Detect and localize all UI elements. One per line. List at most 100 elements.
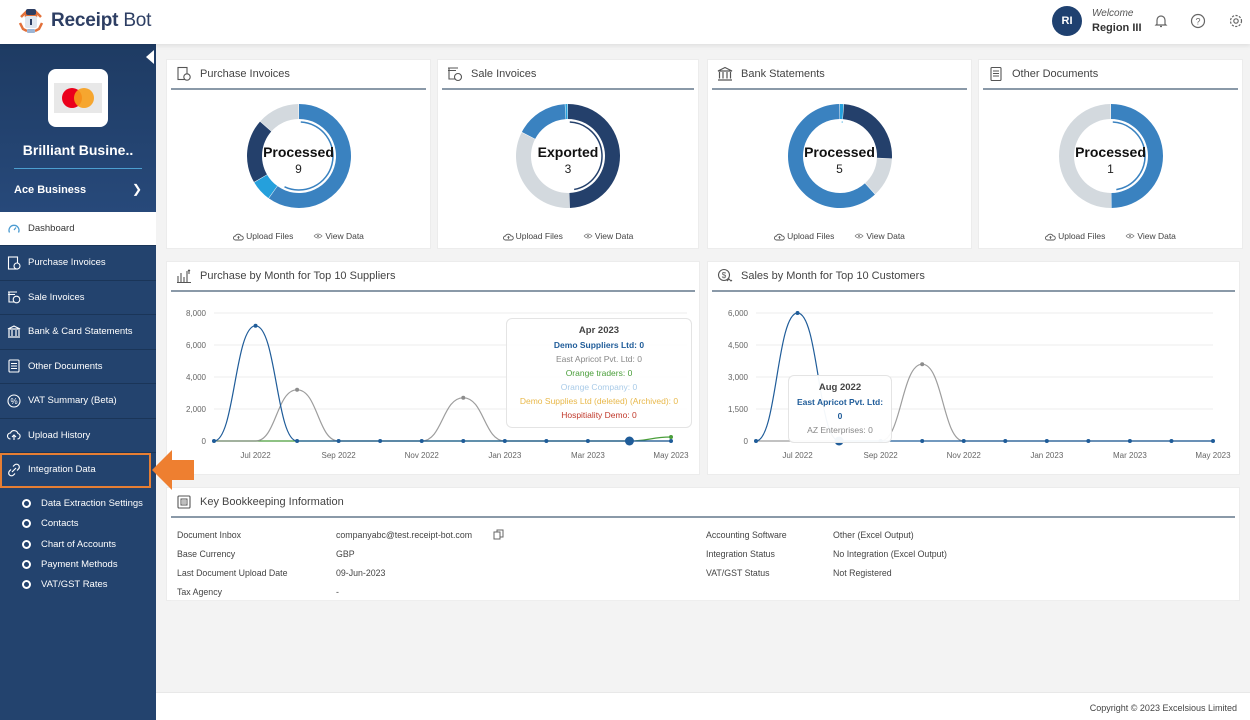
tooltip-title: Apr 2023	[578, 325, 620, 336]
data-point[interactable]	[253, 323, 258, 328]
submenu-vat-gst-rates[interactable]: VAT/GST Rates	[0, 575, 156, 595]
x-tick-label: Jan 2023	[1030, 451, 1063, 460]
submenu-label: VAT/GST Rates	[41, 579, 108, 591]
data-point[interactable]	[212, 439, 216, 443]
data-point[interactable]	[502, 439, 507, 443]
data-point[interactable]	[1169, 439, 1174, 443]
user-name: Region III	[1092, 22, 1142, 34]
x-tick-label: Nov 2022	[947, 451, 982, 460]
bullet-icon	[22, 499, 31, 509]
business-panel: Brilliant Busine.. Ace Business ❯	[0, 44, 156, 212]
data-point[interactable]	[295, 387, 300, 392]
data-point[interactable]	[378, 439, 383, 443]
sub-business-select[interactable]: Ace Business	[14, 184, 86, 196]
submenu-payment-methods[interactable]: Payment Methods	[0, 554, 156, 574]
sidebar-item-other-documents[interactable]: Other Documents	[0, 350, 156, 384]
status-donut-chart[interactable]: Processed 1	[1051, 96, 1171, 216]
sidebar-item-purchase-invoices[interactable]: Purchase Invoices	[0, 246, 156, 281]
data-point[interactable]	[461, 439, 466, 443]
data-point[interactable]	[920, 439, 925, 443]
data-point[interactable]	[754, 439, 758, 443]
speedometer-icon	[7, 222, 21, 236]
data-point[interactable]	[669, 435, 673, 439]
status-donut-chart[interactable]: Processed 5	[780, 96, 900, 216]
submenu-contacts[interactable]: Contacts	[0, 514, 156, 534]
sidebar-item-sale-invoices[interactable]: Sale Invoices	[0, 281, 156, 315]
percent-icon: %	[7, 394, 21, 408]
bullet-icon	[22, 560, 31, 570]
robot-logo-icon	[18, 8, 44, 33]
card-title: Sale Invoices	[471, 68, 537, 80]
chevron-down-icon[interactable]: ❯	[132, 182, 142, 196]
view-data-link[interactable]: View Data	[1125, 231, 1176, 241]
data-point[interactable]	[295, 439, 300, 443]
upload-files-link[interactable]: Upload Files	[233, 231, 293, 241]
cloud-upload-icon	[233, 233, 244, 240]
data-point[interactable]	[920, 362, 925, 367]
donut-segment[interactable]	[521, 104, 566, 139]
upload-files-link[interactable]: Upload Files	[1045, 231, 1105, 241]
sidebar-item-bank-statements[interactable]: Bank & Card Statements	[0, 315, 156, 350]
status-donut-chart[interactable]: Processed 9	[239, 96, 359, 216]
svg-text:%: %	[10, 397, 17, 406]
data-point[interactable]	[1127, 439, 1132, 443]
data-point[interactable]	[1003, 439, 1008, 443]
data-point[interactable]	[1086, 439, 1091, 443]
data-point[interactable]	[961, 439, 966, 443]
data-point[interactable]	[1044, 439, 1049, 443]
footer: Copyright © 2023 Excelsious Limited	[156, 692, 1250, 720]
bank-statements-card: Bank Statements Processed 5 Upload Files…	[707, 59, 972, 249]
y-tick-label: 0	[744, 437, 749, 446]
app-logo[interactable]: Receipt Bot	[17, 7, 151, 35]
data-point[interactable]	[795, 311, 800, 315]
avatar[interactable]: RI	[1052, 6, 1082, 36]
y-tick-label: 0	[202, 437, 207, 446]
donut-segment[interactable]	[565, 104, 568, 120]
donut-segment[interactable]	[839, 104, 843, 120]
data-point[interactable]	[585, 439, 590, 443]
bookkeeping-value[interactable]: companyabc@test.receipt-bot.com	[336, 530, 472, 540]
user-menu[interactable]: RI Welcome Region III	[1052, 6, 1142, 36]
copyright-text: Copyright © 2023 Excelsious Limited	[1089, 703, 1237, 713]
bell-icon[interactable]	[1153, 13, 1169, 29]
gear-icon[interactable]	[1228, 13, 1244, 29]
y-tick-label: 2,000	[186, 405, 207, 414]
tooltip-line: Hospitiality Demo: 0	[561, 410, 637, 420]
upload-files-label: Upload Files	[1058, 231, 1106, 241]
view-data-link[interactable]: View Data	[583, 231, 633, 241]
data-point[interactable]	[461, 395, 466, 400]
tooltip-line: AZ Enterprises: 0	[807, 425, 873, 435]
upload-files-link[interactable]: Upload Files	[502, 231, 563, 241]
bullet-icon	[22, 519, 31, 529]
bookkeeping-label: VAT/GST Status	[706, 568, 770, 578]
status-donut-chart[interactable]: Exported 3	[508, 96, 628, 216]
view-data-link[interactable]: View Data	[313, 231, 364, 241]
donut-status-label: Processed	[804, 144, 875, 160]
view-data-link[interactable]: View Data	[854, 231, 905, 241]
data-point[interactable]	[419, 439, 424, 443]
submenu-data-extraction-settings[interactable]: Data Extraction Settings	[0, 494, 156, 514]
copy-icon[interactable]	[493, 529, 504, 540]
bullet-icon	[22, 580, 31, 590]
data-point[interactable]	[336, 439, 341, 443]
collapse-sidebar-icon[interactable]	[146, 50, 154, 64]
document-icon	[990, 66, 1002, 82]
document-icon	[7, 359, 21, 373]
data-point[interactable]	[544, 439, 549, 443]
sidebar-item-vat-summary[interactable]: % VAT Summary (Beta)	[0, 384, 156, 419]
submenu-label: Contacts	[41, 518, 79, 530]
upload-files-link[interactable]: Upload Files	[774, 231, 834, 241]
bookkeeping-card: Key Bookkeeping Information Document Inb…	[166, 487, 1240, 601]
sidebar-item-upload-history[interactable]: Upload History	[0, 419, 156, 453]
purchase-invoice-icon	[177, 66, 191, 81]
sidebar-item-integration-data[interactable]: Integration Data	[0, 453, 151, 488]
data-point[interactable]	[1211, 439, 1215, 443]
help-icon[interactable]: ?	[1190, 13, 1206, 29]
data-point[interactable]	[669, 439, 673, 443]
sidebar-item-label: Bank & Card Statements	[28, 326, 133, 338]
submenu-chart-of-accounts[interactable]: Chart of Accounts	[0, 534, 156, 554]
sale-invoices-card: Sale Invoices Exported 3 Upload Files Vi…	[437, 59, 699, 249]
x-tick-label: Mar 2023	[571, 451, 605, 460]
highlighted-point[interactable]	[624, 436, 634, 446]
sidebar-item-dashboard[interactable]: Dashboard	[0, 212, 156, 246]
